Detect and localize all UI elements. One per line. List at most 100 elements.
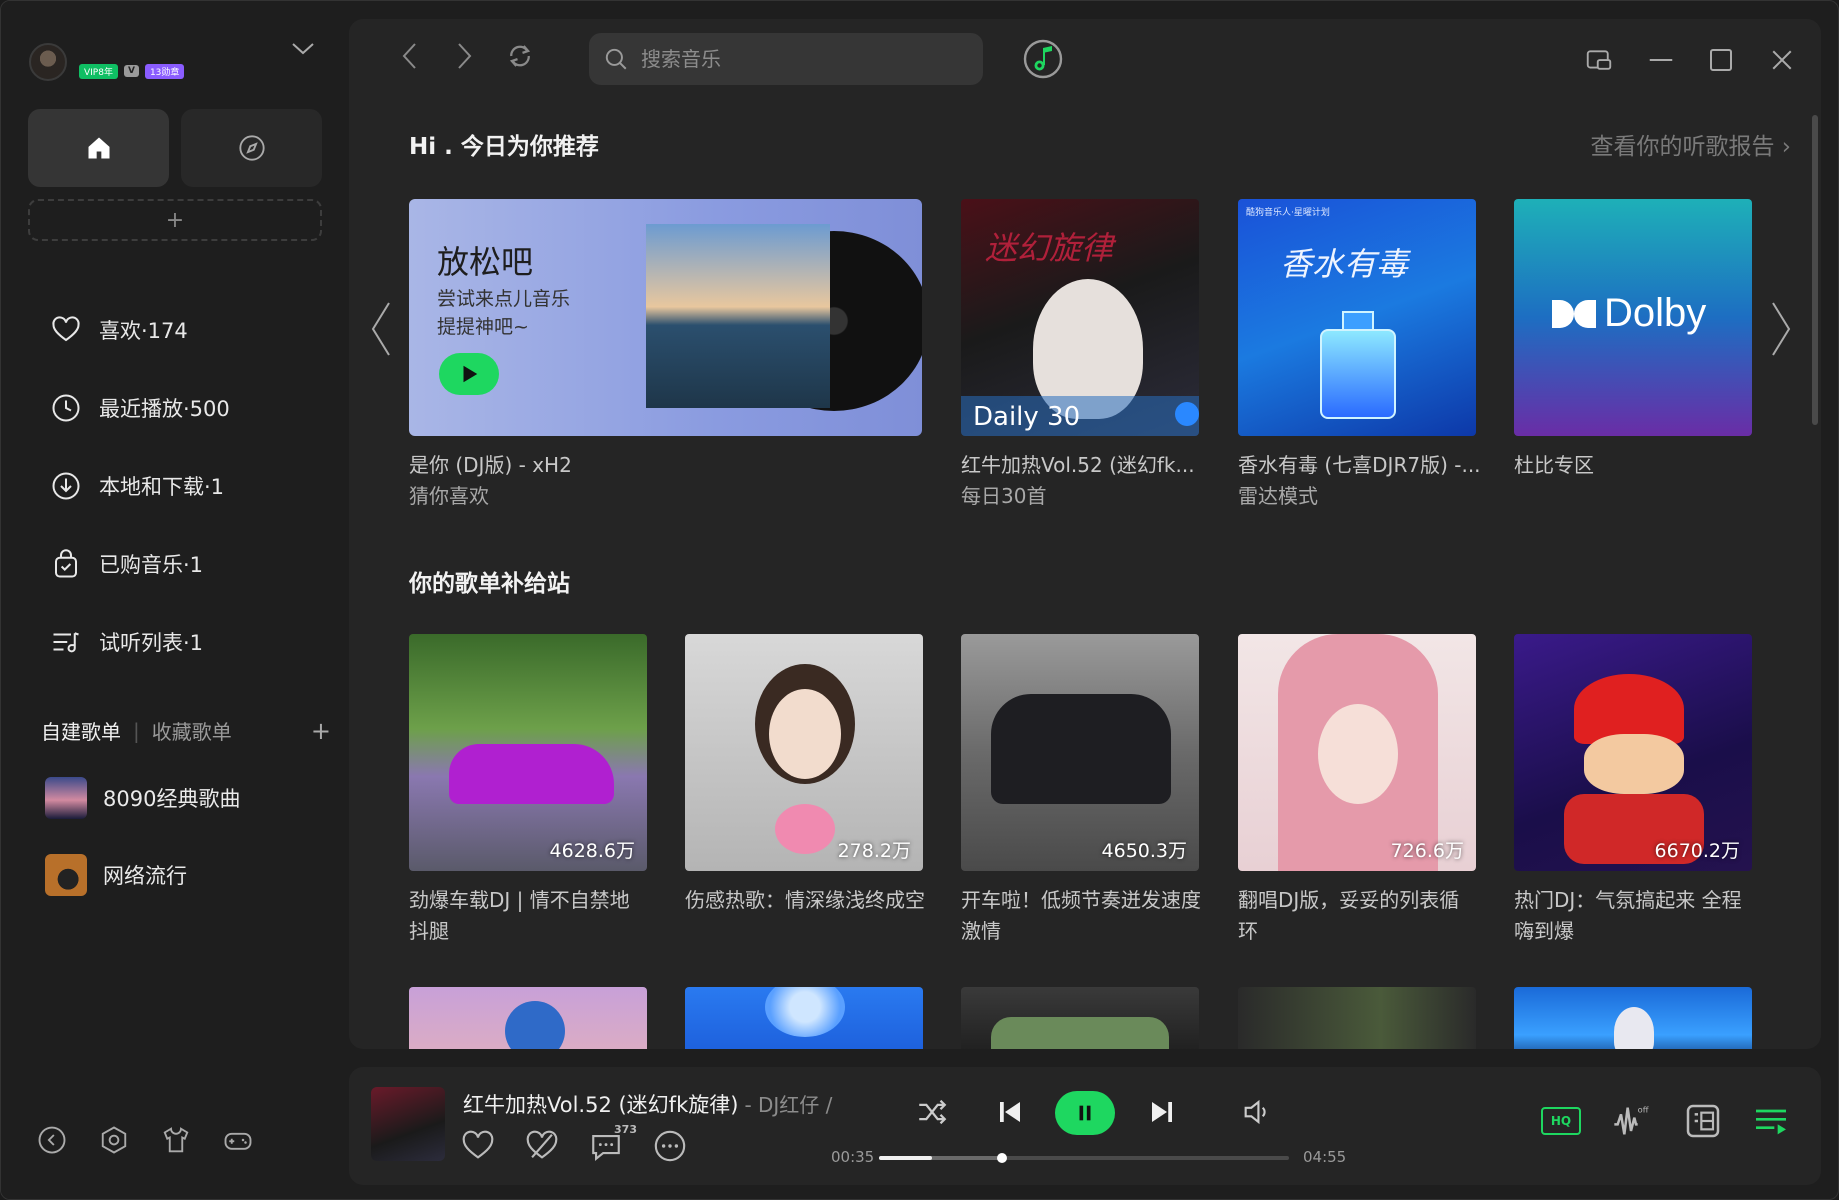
card-title[interactable]: 香水有毒 (七喜DJR7版) -...: [1238, 449, 1481, 478]
daily-overlay: Daily 30: [973, 402, 1081, 432]
card-cover: 酷狗音乐人·星曜计划 香水有毒: [1238, 199, 1476, 436]
playlist-thumbnail: [45, 777, 87, 819]
carousel-next-icon[interactable]: [1767, 299, 1797, 359]
mini-mode-icon[interactable]: [1584, 45, 1614, 75]
next-icon[interactable]: [1147, 1097, 1177, 1131]
dolby-icon: [1552, 299, 1596, 328]
feature-play-button[interactable]: [439, 353, 499, 395]
sound-effect-icon[interactable]: off: [1611, 1101, 1651, 1141]
chevron-down-icon[interactable]: [289, 41, 317, 61]
card-title-2[interactable]: 环: [1238, 915, 1258, 944]
lyrics-icon[interactable]: [1683, 1101, 1723, 1141]
sidebar-item-recent[interactable]: 最近播放·500: [51, 369, 331, 447]
avatar[interactable]: [29, 43, 67, 81]
add-tab-button[interactable]: +: [28, 199, 322, 241]
search-input[interactable]: [641, 47, 961, 71]
comment-icon[interactable]: 373: [589, 1123, 637, 1165]
refresh-icon[interactable]: [505, 41, 535, 77]
sidebar-nav: 喜欢·174 最近播放·500 本地和下载·1 已购音乐·1 试听列表·1: [51, 291, 331, 681]
game-controller-icon[interactable]: [223, 1125, 253, 1155]
card-title[interactable]: 杜比专区: [1514, 449, 1594, 478]
carousel-prev-icon[interactable]: [365, 299, 395, 359]
tab-own-playlists[interactable]: 自建歌单: [41, 716, 121, 745]
play-count: 4650.3万: [1101, 840, 1187, 862]
previous-icon[interactable]: [995, 1097, 1025, 1131]
card-title-2[interactable]: 激情: [961, 915, 1001, 944]
medal-badge[interactable]: 13勋章: [144, 63, 185, 79]
home-button[interactable]: [28, 109, 169, 187]
sidebar-item-trial[interactable]: 试听列表·1: [51, 603, 331, 681]
cover-caption: 酷狗音乐人·星曜计划: [1246, 208, 1330, 218]
feature-card[interactable]: 放松吧 尝试来点儿音乐提提神吧~: [409, 199, 922, 436]
playlist-item[interactable]: 8090经典歌曲: [45, 777, 240, 819]
discover-button[interactable]: [181, 109, 322, 187]
minimize-icon[interactable]: [1646, 45, 1676, 75]
progress-knob[interactable]: [997, 1153, 1007, 1163]
download-icon: [52, 472, 80, 500]
settings-icon[interactable]: [99, 1125, 129, 1155]
add-playlist-button[interactable]: +: [311, 717, 331, 745]
forward-arrow-icon[interactable]: [449, 41, 479, 77]
card-subtitle[interactable]: 猜你喜欢: [409, 480, 489, 509]
playlist-name: 8090经典歌曲: [103, 787, 241, 811]
sidebar-item-purchased[interactable]: 已购音乐·1: [51, 525, 331, 603]
quality-button[interactable]: HQ: [1541, 1107, 1581, 1135]
svg-text:off: off: [1638, 1105, 1649, 1115]
card-cover: 迷幻旋律 Daily 30: [961, 199, 1199, 436]
card-title-2[interactable]: 抖腿: [409, 915, 449, 944]
volume-icon[interactable]: [1239, 1095, 1275, 1133]
playlist-tabs: 自建歌单 | 收藏歌单 +: [41, 716, 331, 745]
like-icon[interactable]: [461, 1129, 497, 1165]
song-title[interactable]: 红牛加热Vol.52 (迷幻fk旋律): [463, 1093, 738, 1117]
pause-button[interactable]: [1055, 1091, 1115, 1135]
back-circle-icon[interactable]: [37, 1125, 67, 1155]
close-icon[interactable]: [1767, 45, 1797, 75]
shuffle-icon[interactable]: [915, 1095, 949, 1133]
song-artist[interactable]: - DJ红仔 /: [744, 1093, 832, 1117]
play-count: 4628.6万: [549, 840, 635, 862]
sidebar-item-label: 试听列表·1: [99, 631, 204, 655]
vip-badge[interactable]: VIP8年: [79, 63, 118, 79]
compass-icon: [238, 135, 265, 161]
queue-icon[interactable]: [1751, 1101, 1791, 1141]
user-profile[interactable]: VIP8年 V 13勋章: [29, 37, 185, 87]
sidebar-item-local[interactable]: 本地和下载·1: [51, 447, 331, 525]
main-scrollbar[interactable]: [1812, 115, 1818, 425]
sidebar-item-liked[interactable]: 喜欢·174: [51, 291, 331, 369]
feature-cover: [646, 224, 830, 408]
progress-bar[interactable]: [879, 1153, 1289, 1163]
back-arrow-icon[interactable]: [395, 41, 425, 77]
card-title[interactable]: 热门DJ：气氛搞起来 全程: [1514, 884, 1742, 913]
sidebar-item-label: 最近播放·500: [99, 397, 230, 421]
card-title[interactable]: 翻唱DJ版，妥妥的列表循: [1238, 884, 1459, 913]
dislike-icon[interactable]: [525, 1129, 561, 1165]
music-logo-icon[interactable]: [1021, 37, 1065, 81]
card-subtitle[interactable]: 雷达模式: [1238, 480, 1318, 509]
card-cover: 6670.2万: [1514, 634, 1752, 871]
tab-fav-playlists[interactable]: 收藏歌单: [152, 716, 232, 745]
verified-badge[interactable]: V: [123, 65, 139, 77]
card-title[interactable]: 伤感热歌：情深缘浅终成空: [685, 884, 925, 913]
sidebar-item-label: 喜欢·174: [99, 319, 188, 343]
card-title[interactable]: 是你 (DJ版) - xH2: [409, 449, 572, 478]
card-title-2[interactable]: 嗨到爆: [1514, 915, 1574, 944]
maximize-icon[interactable]: [1706, 45, 1736, 75]
listening-report-link[interactable]: 查看你的听歌报告 ›: [1590, 127, 1791, 161]
skin-icon[interactable]: [161, 1125, 191, 1155]
pause-icon: [1079, 1105, 1091, 1121]
now-playing-cover[interactable]: [371, 1087, 445, 1161]
card-title[interactable]: 劲爆车载DJ | 情不自禁地: [409, 884, 630, 913]
now-playing-info[interactable]: 红牛加热Vol.52 (迷幻fk旋律) - DJ红仔 /: [463, 1089, 832, 1119]
playlist-item[interactable]: 网络流行: [45, 854, 187, 896]
more-icon[interactable]: [653, 1129, 689, 1165]
cover-face: [1584, 734, 1684, 794]
card-subtitle[interactable]: 每日30首: [961, 480, 1046, 509]
cover-car: [991, 694, 1171, 804]
card-cover: [685, 987, 923, 1049]
card-cover: 278.2万: [685, 634, 923, 871]
card-title[interactable]: 开车啦！低频节奏迸发速度: [961, 884, 1201, 913]
search-box[interactable]: [589, 33, 983, 85]
progress-fill: [879, 1156, 933, 1160]
card-title[interactable]: 红牛加热Vol.52 (迷幻fk...: [961, 449, 1195, 478]
playlist-icon: [53, 632, 79, 653]
